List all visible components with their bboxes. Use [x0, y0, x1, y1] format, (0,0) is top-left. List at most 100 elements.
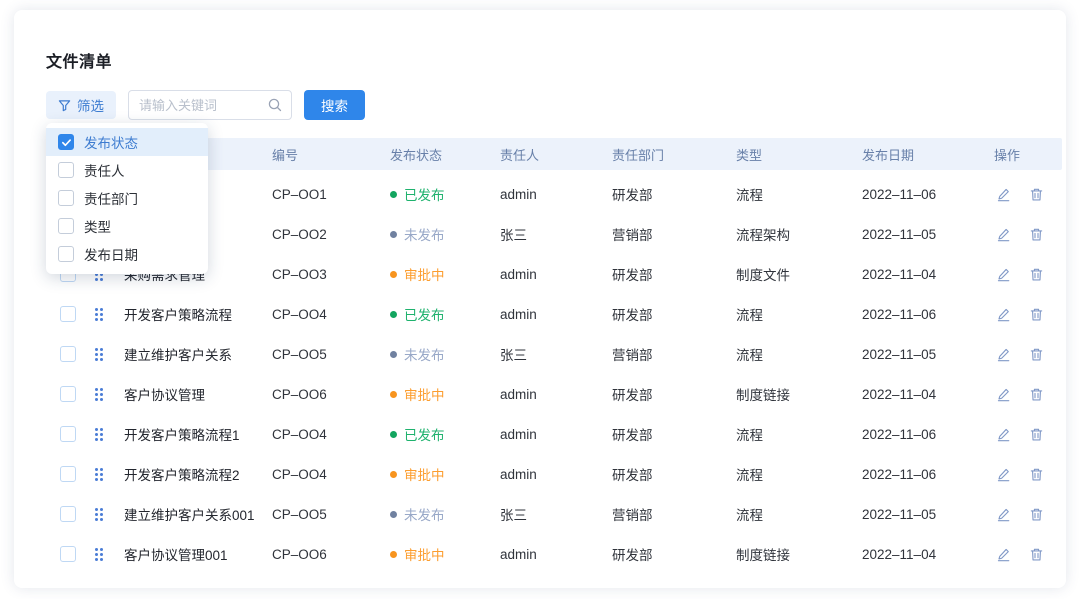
- status-text: 已发布: [404, 184, 445, 204]
- drag-handle[interactable]: [92, 347, 116, 362]
- status-text: 审批中: [404, 464, 445, 484]
- drag-handle[interactable]: [92, 427, 116, 442]
- doc-owner: admin: [492, 427, 604, 442]
- edit-icon[interactable]: [996, 267, 1011, 282]
- delete-icon[interactable]: [1029, 187, 1044, 202]
- delete-icon[interactable]: [1029, 267, 1044, 282]
- edit-icon[interactable]: [996, 187, 1011, 202]
- edit-icon[interactable]: [996, 387, 1011, 402]
- drag-handle[interactable]: [92, 387, 116, 402]
- filter-dropdown-item[interactable]: 类型: [46, 212, 208, 240]
- delete-icon[interactable]: [1029, 507, 1044, 522]
- drag-dots-icon: [94, 547, 104, 562]
- delete-icon[interactable]: [1029, 227, 1044, 242]
- row-actions: [986, 227, 1062, 242]
- row-actions: [986, 427, 1062, 442]
- doc-type: 流程: [728, 504, 854, 524]
- drag-dots-icon: [94, 307, 104, 322]
- doc-code: CP–OO4: [264, 427, 382, 442]
- delete-icon[interactable]: [1029, 547, 1044, 562]
- doc-date: 2022–11–05: [854, 227, 986, 242]
- status-text: 审批中: [404, 384, 445, 404]
- row-checkbox[interactable]: [60, 386, 76, 402]
- drag-handle[interactable]: [92, 507, 116, 522]
- row-actions: [986, 547, 1062, 562]
- doc-status: 未发布: [382, 224, 492, 244]
- row-checkbox[interactable]: [60, 426, 76, 442]
- drag-handle[interactable]: [92, 307, 116, 322]
- status-dot: [390, 431, 397, 438]
- file-list-card: 文件清单 筛选: [14, 10, 1066, 588]
- doc-code: CP–OO4: [264, 467, 382, 482]
- row-checkbox[interactable]: [60, 346, 76, 362]
- filter-dropdown: 发布状态 责任人 责任部门 类型 发布日期: [46, 123, 208, 274]
- delete-icon[interactable]: [1029, 347, 1044, 362]
- drag-handle[interactable]: [92, 467, 116, 482]
- edit-icon[interactable]: [996, 467, 1011, 482]
- doc-name: 建立维护客户关系001: [116, 504, 264, 524]
- filter-checkbox[interactable]: [58, 190, 74, 206]
- filter-checkbox[interactable]: [58, 218, 74, 234]
- status-text: 未发布: [404, 504, 445, 524]
- doc-status: 已发布: [382, 184, 492, 204]
- doc-owner: admin: [492, 387, 604, 402]
- doc-status: 未发布: [382, 344, 492, 364]
- filter-dropdown-item[interactable]: 责任部门: [46, 184, 208, 212]
- row-checkbox[interactable]: [60, 466, 76, 482]
- search-button[interactable]: 搜索: [304, 90, 365, 120]
- row-actions: [986, 347, 1062, 362]
- status-dot: [390, 231, 397, 238]
- doc-owner: 张三: [492, 504, 604, 524]
- row-actions: [986, 307, 1062, 322]
- edit-icon[interactable]: [996, 547, 1011, 562]
- doc-code: CP–OO5: [264, 507, 382, 522]
- filter-checkbox[interactable]: [58, 134, 74, 150]
- doc-owner: 张三: [492, 224, 604, 244]
- table-row: 开发客户策略流程1 CP–OO4 已发布 admin 研发部 流程 2022–1…: [46, 414, 1062, 454]
- col-type: 类型: [728, 145, 854, 164]
- doc-dept: 研发部: [604, 464, 728, 484]
- filter-dropdown-item[interactable]: 发布日期: [46, 240, 208, 268]
- edit-icon[interactable]: [996, 347, 1011, 362]
- filter-dropdown-item[interactable]: 责任人: [46, 156, 208, 184]
- table-row: 建立维护客户关系001 CP–OO5 未发布 张三 营销部 流程 2022–11…: [46, 494, 1062, 534]
- row-checkbox[interactable]: [60, 506, 76, 522]
- edit-icon[interactable]: [996, 227, 1011, 242]
- doc-date: 2022–11–04: [854, 387, 986, 402]
- col-actions: 操作: [986, 145, 1062, 164]
- drag-dots-icon: [94, 467, 104, 482]
- drag-handle[interactable]: [92, 547, 116, 562]
- row-checkbox[interactable]: [60, 546, 76, 562]
- filter-checkbox[interactable]: [58, 246, 74, 262]
- delete-icon[interactable]: [1029, 427, 1044, 442]
- doc-code: CP–OO4: [264, 307, 382, 322]
- doc-type: 流程架构: [728, 224, 854, 244]
- row-checkbox[interactable]: [60, 306, 76, 322]
- doc-date: 2022–11–04: [854, 267, 986, 282]
- doc-status: 未发布: [382, 504, 492, 524]
- doc-date: 2022–11–05: [854, 507, 986, 522]
- delete-icon[interactable]: [1029, 467, 1044, 482]
- doc-code: CP–OO6: [264, 387, 382, 402]
- filter-button[interactable]: 筛选: [46, 91, 116, 119]
- filter-dropdown-item[interactable]: 发布状态: [46, 128, 208, 156]
- doc-date: 2022–11–06: [854, 307, 986, 322]
- doc-owner: admin: [492, 307, 604, 322]
- filter-checkbox[interactable]: [58, 162, 74, 178]
- edit-icon[interactable]: [996, 427, 1011, 442]
- doc-status: 审批中: [382, 264, 492, 284]
- doc-type: 流程: [728, 304, 854, 324]
- status-dot: [390, 551, 397, 558]
- doc-date: 2022–11–06: [854, 187, 986, 202]
- doc-name: 建立维护客户关系: [116, 344, 264, 364]
- doc-date: 2022–11–06: [854, 467, 986, 482]
- table-row: 建立维护客户关系 CP–OO5 未发布 张三 营销部 流程 2022–11–05: [46, 334, 1062, 374]
- edit-icon[interactable]: [996, 507, 1011, 522]
- delete-icon[interactable]: [1029, 307, 1044, 322]
- doc-code: CP–OO5: [264, 347, 382, 362]
- drag-dots-icon: [94, 427, 104, 442]
- edit-icon[interactable]: [996, 307, 1011, 322]
- delete-icon[interactable]: [1029, 387, 1044, 402]
- search-icon[interactable]: [267, 97, 283, 118]
- col-date: 发布日期: [854, 145, 986, 164]
